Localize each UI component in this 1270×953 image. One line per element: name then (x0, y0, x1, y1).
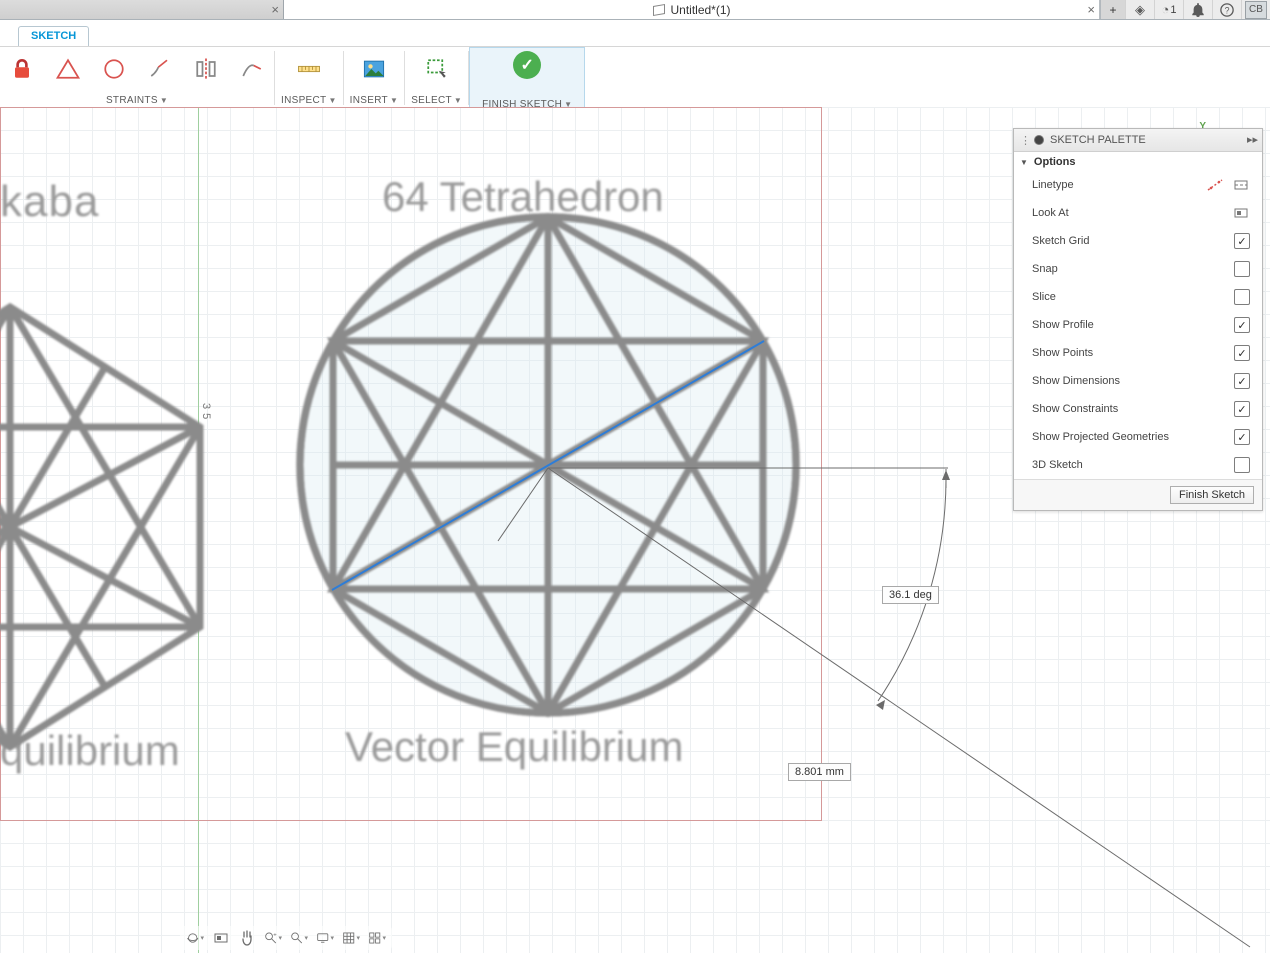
checkbox[interactable] (1234, 373, 1250, 389)
tool-group-select: SELECT▼ (405, 47, 468, 109)
palette-row-label: Slice (1032, 291, 1056, 303)
svg-text:+: + (273, 932, 277, 938)
palette-row-label: Linetype (1032, 179, 1074, 191)
palette-row-3d-sketch[interactable]: 3D Sketch (1014, 451, 1262, 479)
sketch-palette: ⋮ SKETCH PALETTE ▸▸ Options Linetype Look… (1013, 128, 1263, 511)
palette-row-slice[interactable]: Slice (1014, 283, 1262, 311)
palette-title: SKETCH PALETTE (1050, 134, 1146, 146)
title-right-icons: ◈ ◔1 ? CB (1125, 0, 1270, 19)
palette-row-show-projected-geometries[interactable]: Show Projected Geometries (1014, 423, 1262, 451)
checkbox[interactable] (1234, 289, 1250, 305)
palette-row-label: Sketch Grid (1032, 235, 1089, 247)
lookat-icon[interactable] (212, 929, 230, 947)
palette-row-label: Show Dimensions (1032, 375, 1120, 387)
tool-group-constraints: STRAINTS▼ (0, 47, 274, 109)
close-icon[interactable]: × (271, 2, 279, 17)
tab-previous[interactable]: × (0, 0, 284, 19)
checkbox[interactable] (1234, 429, 1250, 445)
checkbox[interactable] (1234, 233, 1250, 249)
extensions-icon[interactable]: ◈ (1125, 0, 1154, 19)
palette-pin-icon[interactable]: ▸▸ (1247, 133, 1258, 146)
lookat-icon[interactable] (1232, 205, 1250, 221)
palette-row-look-at[interactable]: Look At (1014, 199, 1262, 227)
palette-bullet-icon (1034, 135, 1044, 145)
orbit-icon[interactable]: ▾ (186, 929, 204, 947)
checkbox[interactable] (1234, 345, 1250, 361)
measure-icon[interactable] (293, 53, 325, 85)
palette-row-label: Snap (1032, 263, 1058, 275)
angle-readout[interactable]: 36.1 deg (882, 586, 939, 604)
checkbox[interactable] (1234, 401, 1250, 417)
tangent-constraint-icon[interactable] (144, 53, 176, 85)
palette-row-label: Look At (1032, 207, 1069, 219)
select-icon[interactable] (421, 53, 453, 85)
user-avatar[interactable]: CB (1241, 0, 1270, 19)
titlebar: × Untitled*(1) × + ◈ ◔1 ? CB (0, 0, 1270, 20)
palette-row-show-constraints[interactable]: Show Constraints (1014, 395, 1262, 423)
palette-row-label: 3D Sketch (1032, 459, 1083, 471)
palette-row-show-points[interactable]: Show Points (1014, 339, 1262, 367)
grid-icon[interactable]: ▾ (342, 929, 360, 947)
tool-group-inspect: INSPECT▼ (275, 47, 343, 109)
length-readout[interactable]: 8.801 mm (788, 763, 851, 781)
palette-row-show-dimensions[interactable]: Show Dimensions (1014, 367, 1262, 395)
close-tab-icon[interactable]: × (1087, 2, 1095, 17)
checkbox[interactable] (1234, 317, 1250, 333)
document-title: Untitled*(1) (670, 3, 730, 17)
palette-row-show-profile[interactable]: Show Profile (1014, 311, 1262, 339)
pan-icon[interactable] (238, 929, 256, 947)
nav-bar: ▾ +▾ ▾ ▾ ▾ ▾ (180, 926, 392, 950)
tab-current[interactable]: Untitled*(1) × (284, 0, 1100, 19)
curvature-constraint-icon[interactable] (236, 53, 268, 85)
tool-group-insert: INSERT▼ (344, 47, 405, 109)
palette-row-snap[interactable]: Snap (1014, 255, 1262, 283)
fit-icon[interactable]: ▾ (290, 929, 308, 947)
palette-finish-button[interactable]: Finish Sketch (1170, 486, 1254, 504)
notifications-icon[interactable] (1183, 0, 1212, 19)
checkbox[interactable] (1234, 261, 1250, 277)
check-icon: ✓ (513, 51, 541, 79)
circle-constraint-icon[interactable] (98, 53, 130, 85)
svg-text:?: ? (1225, 5, 1230, 15)
help-icon[interactable]: ? (1212, 0, 1241, 19)
viewports-icon[interactable]: ▾ (368, 929, 386, 947)
finish-sketch-button[interactable]: ✓ FINISH SKETCH▼ (469, 47, 585, 114)
avatar-initials: CB (1245, 1, 1267, 19)
toolbar: STRAINTS▼ INSPECT▼ INSERT▼ SELECT▼ ✓ FIN… (0, 47, 1270, 110)
insert-image-icon[interactable] (358, 53, 390, 85)
palette-row-linetype[interactable]: Linetype (1014, 170, 1262, 199)
context-tab-sketch[interactable]: SKETCH (18, 26, 89, 46)
triangle-constraint-icon[interactable] (52, 53, 84, 85)
document-icon (652, 4, 666, 16)
linetype-construction-icon[interactable] (1206, 177, 1224, 193)
palette-row-label: Show Constraints (1032, 403, 1118, 415)
palette-row-sketch-grid[interactable]: Sketch Grid (1014, 227, 1262, 255)
fix-constraint-icon[interactable] (6, 53, 38, 85)
palette-section-options[interactable]: Options (1014, 152, 1262, 170)
palette-row-label: Show Profile (1032, 319, 1094, 331)
palette-row-label: Show Projected Geometries (1032, 431, 1169, 443)
palette-row-label: Show Points (1032, 347, 1093, 359)
dimension-35: 35 (200, 403, 212, 423)
context-tab-row: SKETCH (0, 20, 1270, 47)
new-tab-button[interactable]: + (1100, 0, 1125, 19)
palette-title-bar[interactable]: ⋮ SKETCH PALETTE ▸▸ (1014, 129, 1262, 152)
zoom-icon[interactable]: +▾ (264, 929, 282, 947)
checkbox[interactable] (1234, 457, 1250, 473)
job-status-icon[interactable]: ◔1 (1154, 0, 1183, 19)
display-icon[interactable]: ▾ (316, 929, 334, 947)
symmetry-constraint-icon[interactable] (190, 53, 222, 85)
linetype-centerline-icon[interactable] (1232, 177, 1250, 193)
